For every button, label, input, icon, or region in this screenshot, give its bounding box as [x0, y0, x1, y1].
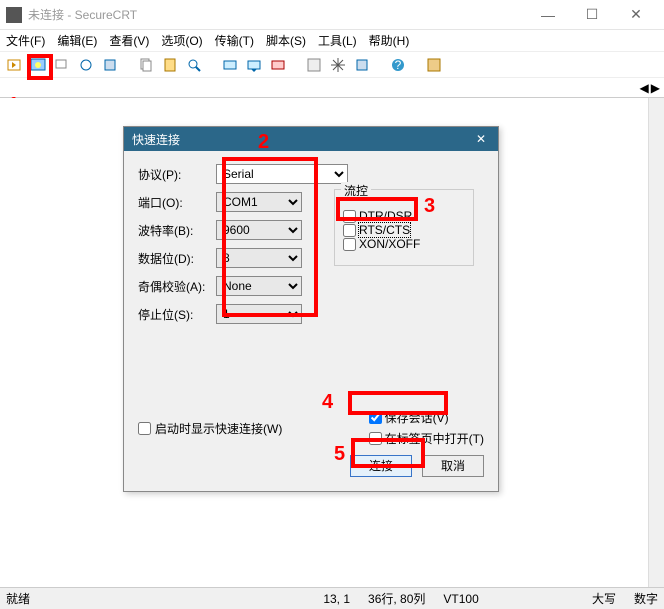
menu-tools[interactable]: 工具(L)	[318, 32, 357, 49]
status-ready: 就绪	[6, 590, 30, 607]
dialog-title: 快速连接	[132, 131, 180, 148]
statusbar: 就绪 13, 1 36行, 80列 VT100 大写 数字	[0, 587, 664, 609]
toolbar-btn-11[interactable]	[268, 55, 288, 75]
toolbar-btn-5[interactable]	[100, 55, 120, 75]
menu-script[interactable]: 脚本(S)	[266, 32, 306, 49]
toolbar-btn-1[interactable]	[4, 55, 24, 75]
toolbar-paste-icon[interactable]	[160, 55, 180, 75]
window-title: 未连接 - SecureCRT	[28, 6, 526, 23]
tab-scroll-right[interactable]: ▶	[651, 81, 660, 95]
close-button[interactable]: ✕	[614, 6, 658, 23]
toolbar-btn-3[interactable]	[52, 55, 72, 75]
toolbar-help-icon[interactable]: ?	[388, 55, 408, 75]
menu-view[interactable]: 查看(V)	[109, 32, 149, 49]
menubar: 文件(F) 编辑(E) 查看(V) 选项(O) 传输(T) 脚本(S) 工具(L…	[0, 30, 664, 52]
annotation-box-2	[222, 157, 318, 317]
dialog-close-button[interactable]: ✕	[472, 132, 490, 146]
menu-edit[interactable]: 编辑(E)	[57, 32, 97, 49]
show-on-start-checkbox[interactable]	[138, 422, 151, 435]
rts-label: RTS/CTS	[359, 223, 410, 237]
toolbar-btn-9[interactable]	[220, 55, 240, 75]
toolbar-btn-4[interactable]	[76, 55, 96, 75]
parity-label: 奇偶校验(A):	[138, 278, 216, 295]
toolbar-copy-icon[interactable]	[136, 55, 156, 75]
cancel-button[interactable]: 取消	[422, 455, 484, 477]
svg-text:?: ?	[395, 58, 402, 72]
annotation-box-5	[351, 438, 425, 468]
xon-checkbox[interactable]	[343, 238, 356, 251]
toolbar-find-icon[interactable]	[184, 55, 204, 75]
status-caps: 大写	[592, 590, 616, 607]
minimize-button[interactable]: —	[526, 7, 570, 23]
annotation-label-5: 5	[334, 443, 345, 466]
maximize-button[interactable]: ☐	[570, 6, 614, 23]
annotation-box-3	[336, 197, 418, 221]
data-label: 数据位(D):	[138, 250, 216, 267]
status-size: 36行, 80列	[368, 590, 425, 607]
dialog-titlebar[interactable]: 快速连接 ✕	[124, 127, 498, 151]
xon-label: XON/XOFF	[359, 237, 420, 251]
port-label: 端口(O):	[138, 194, 216, 211]
status-term: VT100	[443, 592, 478, 606]
toolbar: ?	[0, 52, 664, 78]
show-on-start-label: 启动时显示快速连接(W)	[155, 420, 282, 437]
toolbar-btn-16[interactable]	[424, 55, 444, 75]
app-icon	[6, 7, 22, 23]
status-cursor: 13, 1	[323, 592, 350, 606]
tab-scroll-left[interactable]: ◀	[640, 81, 649, 95]
content-area: 快速连接 ✕ 协议(P): Serial 端口(O): COM1 波特率(B):…	[0, 98, 664, 568]
annotation-label-3: 3	[424, 195, 435, 218]
annotation-box-4	[348, 391, 448, 415]
annotation-box-1	[27, 54, 53, 80]
baud-label: 波特率(B):	[138, 222, 216, 239]
annotation-label-4: 4	[322, 391, 333, 414]
vertical-scrollbar[interactable]	[648, 98, 664, 587]
annotation-label-2: 2	[258, 131, 269, 154]
titlebar: 未连接 - SecureCRT — ☐ ✕	[0, 0, 664, 30]
toolbar-btn-10[interactable]	[244, 55, 264, 75]
toolbar-btn-14[interactable]	[352, 55, 372, 75]
toolbar-settings-icon[interactable]	[328, 55, 348, 75]
menu-help[interactable]: 帮助(H)	[369, 32, 410, 49]
menu-file[interactable]: 文件(F)	[6, 32, 45, 49]
status-num: 数字	[634, 590, 658, 607]
protocol-label: 协议(P):	[138, 166, 216, 183]
toolbar-btn-12[interactable]	[304, 55, 324, 75]
menu-transfer[interactable]: 传输(T)	[215, 32, 254, 49]
tabstrip: ◀ ▶	[0, 78, 664, 98]
stop-label: 停止位(S):	[138, 306, 216, 323]
menu-options[interactable]: 选项(O)	[161, 32, 202, 49]
rts-checkbox[interactable]	[343, 224, 356, 237]
